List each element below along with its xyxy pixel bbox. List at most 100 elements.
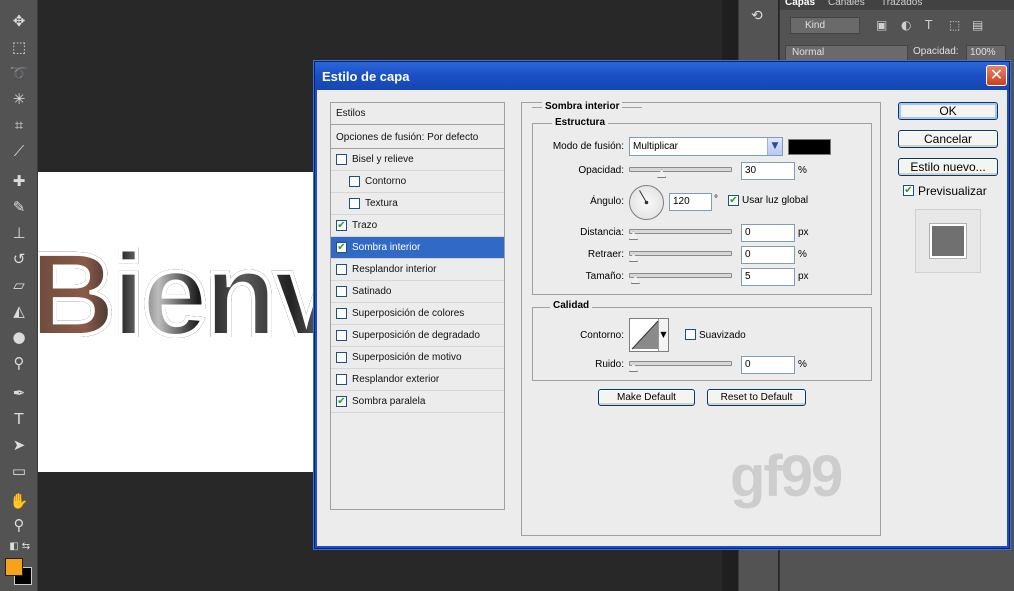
noise-unit: % [798,359,807,370]
section-title: Sombra interior [542,101,623,112]
style-checkbox[interactable] [349,198,360,209]
style-item[interactable]: Superposición de colores [331,303,504,325]
layer-kind-filter[interactable]: Kind [790,17,860,34]
style-checkbox[interactable] [336,154,347,165]
style-checkbox[interactable]: ✔ [336,220,347,231]
foreground-color-swatch[interactable] [5,558,23,576]
reset-to-default-button[interactable]: Reset to Default [707,389,806,406]
new-style-button[interactable]: Estilo nuevo... [898,158,998,176]
style-preview-swatch [930,224,966,258]
antialias-checkbox[interactable] [685,329,696,340]
pixel-filter-icon[interactable]: ▣ [876,18,887,32]
history-brush-icon[interactable]: ↺ [7,248,31,270]
style-item[interactable]: ✔ Sombra interior [331,237,504,259]
rectangle-icon[interactable]: ▭ [7,460,31,482]
style-checkbox[interactable] [336,330,347,341]
distance-slider[interactable] [629,229,732,234]
contour-picker[interactable]: ▼ [629,318,669,352]
shadow-color-swatch[interactable] [788,139,831,155]
distance-input[interactable]: 0 [741,224,795,242]
ok-button[interactable]: OK [898,102,998,120]
style-checkbox[interactable] [336,352,347,363]
angle-label: Ángulo: [590,196,624,207]
style-item[interactable]: Superposición de degradado [331,325,504,347]
style-checkbox[interactable] [336,286,347,297]
antialias-label: Suavizado [699,330,746,341]
noise-input[interactable]: 0 [741,356,795,374]
styles-header[interactable]: Estilos [331,103,504,125]
choke-slider[interactable] [629,251,732,256]
history-icon[interactable]: ⟲ [751,8,763,24]
document-canvas[interactable]: Bienv [38,172,316,472]
smart-object-filter-icon[interactable]: ▤ [972,18,983,32]
eyedropper-icon[interactable]: ⟋ [7,140,31,162]
dodge-icon[interactable]: ⚲ [7,352,31,374]
blend-mode-select[interactable]: Multiplicar ▼ [629,137,783,156]
adjustment-filter-icon[interactable]: ◐ [901,18,911,32]
style-item-label: Sombra interior [352,242,421,253]
move-icon[interactable]: ✥ [7,10,31,32]
noise-label: Ruido: [595,359,624,370]
tab-paths[interactable]: Trazados [881,0,922,8]
layers-panel-tabs: Capas Canales Trazados [780,0,1014,10]
style-item[interactable]: Resplandor interior [331,259,504,281]
blur-icon[interactable]: ● [7,326,31,348]
choke-input[interactable]: 0 [741,246,795,264]
noise-slider[interactable] [629,361,732,366]
chevron-down-icon[interactable]: ▼ [767,138,782,155]
style-item[interactable]: ✔ Sombra paralela [331,391,504,413]
pen-icon[interactable]: ✒ [7,382,31,404]
style-checkbox[interactable] [349,176,360,187]
opacity-slider[interactable] [629,167,732,172]
blending-options-item[interactable]: Opciones de fusión: Por defecto [331,127,504,149]
paint-bucket-icon[interactable]: ◭ [7,300,31,322]
tab-layers[interactable]: Capas [785,0,815,8]
crop-icon[interactable]: ⌗ [7,114,31,136]
contour-curve-icon [631,320,658,350]
style-item[interactable]: Satinado [331,281,504,303]
style-item[interactable]: Contorno [331,171,504,193]
close-icon[interactable]: ✕ [986,65,1007,86]
opacity-input[interactable]: 30 [741,162,795,180]
style-item[interactable]: Bisel y relieve [331,149,504,171]
angle-dial[interactable] [629,185,664,220]
style-checkbox[interactable]: ✔ [336,242,347,253]
path-selection-icon[interactable]: ➤ [7,434,31,456]
eraser-icon[interactable]: ▱ [7,274,31,296]
global-light-checkbox[interactable]: ✔ [728,195,739,206]
lasso-icon[interactable]: ➰ [7,62,31,84]
healing-brush-icon[interactable]: ✚ [7,170,31,192]
cancel-button[interactable]: Cancelar [898,130,998,148]
layer-opacity-input[interactable]: 100% [966,45,1006,61]
hand-icon[interactable]: ✋ [7,490,31,512]
zoom-icon[interactable]: ⚲ [7,514,31,536]
style-item[interactable]: Superposición de motivo [331,347,504,369]
style-checkbox[interactable]: ✔ [336,396,347,407]
style-item[interactable]: Resplandor exterior [331,369,504,391]
magic-wand-icon[interactable]: ✳ [7,88,31,110]
preview-checkbox[interactable]: ✔ [903,185,914,196]
dialog-titlebar[interactable]: Estilo de capa ✕ [315,62,1009,90]
brush-icon[interactable]: ✎ [7,196,31,218]
size-slider[interactable] [629,273,732,278]
shape-filter-icon[interactable]: ⬚ [949,18,960,32]
canvas-text: Bienv [38,234,316,356]
style-checkbox[interactable] [336,264,347,275]
stamp-icon[interactable]: ⊥ [7,222,31,244]
size-input[interactable]: 5 [741,268,795,286]
type-icon[interactable]: T [7,408,31,430]
style-checkbox[interactable] [336,308,347,319]
style-item[interactable]: Textura [331,193,504,215]
swap-colors-icon[interactable]: ⇆ [14,536,38,558]
tab-channels[interactable]: Canales [828,0,865,8]
style-item[interactable]: ✔ Trazo [331,215,504,237]
style-item-label: Contorno [365,176,407,187]
make-default-button[interactable]: Make Default [598,389,695,406]
style-item-label: Superposición de colores [352,308,465,319]
angle-input[interactable]: 120 [669,193,712,211]
type-filter-icon[interactable]: T [925,18,932,32]
marquee-icon[interactable]: ⬚ [7,36,31,58]
layer-blend-mode-select[interactable]: Normal [785,45,908,61]
chevron-down-icon[interactable]: ▼ [658,319,668,351]
style-checkbox[interactable] [336,374,347,385]
